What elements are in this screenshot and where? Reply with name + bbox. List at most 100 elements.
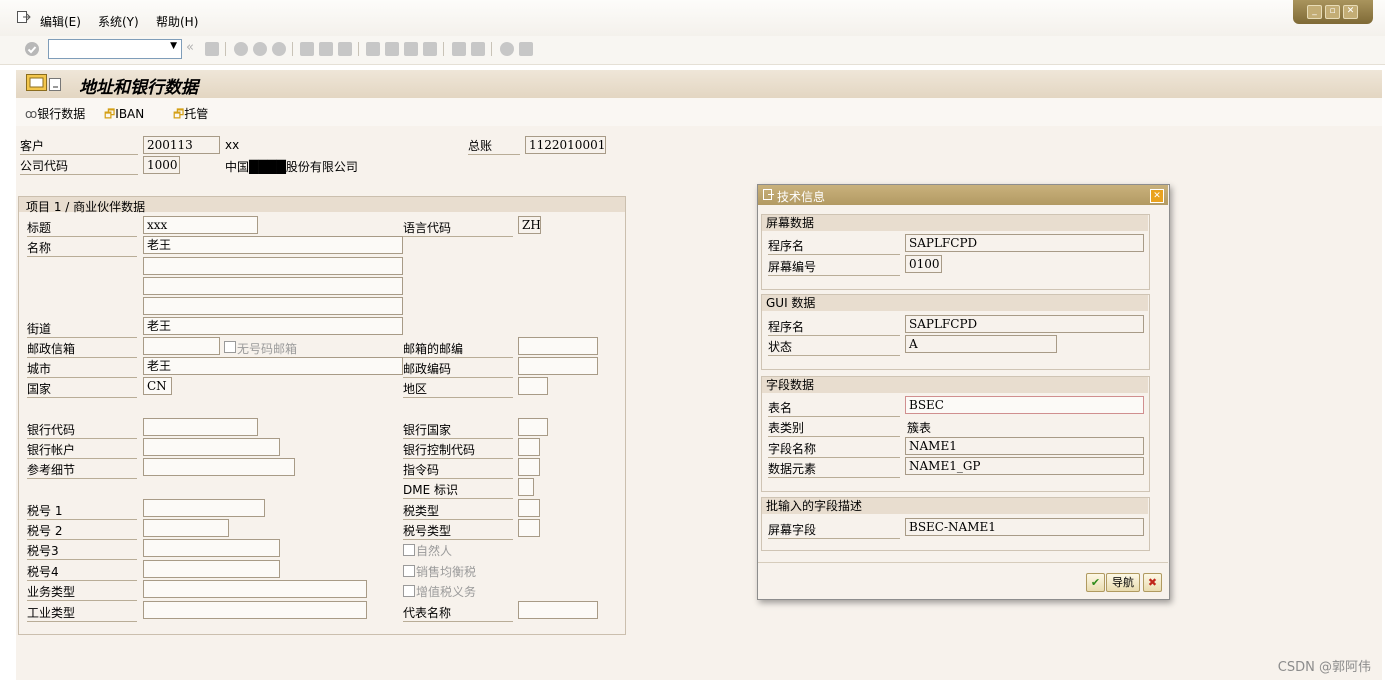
menu-edit[interactable]: 编辑(E) (40, 13, 81, 30)
toolbar-separator (292, 42, 293, 56)
name-field-1[interactable]: 老王 (143, 236, 403, 254)
first-page-icon[interactable] (366, 42, 380, 56)
screen-field-label: 屏幕字段 (768, 521, 900, 539)
business-type-field[interactable] (143, 580, 367, 598)
table-category-value: 簇表 (907, 421, 932, 435)
table-name-field[interactable]: BSEC (905, 396, 1144, 414)
pobox-field[interactable] (143, 337, 220, 355)
bank-account-field[interactable] (143, 438, 280, 456)
data-element-field[interactable]: NAME1_GP (905, 457, 1144, 475)
minimize-icon[interactable]: _ (1307, 5, 1322, 19)
exit-icon[interactable] (253, 42, 267, 56)
tax-number-type-label: 税号类型 (403, 522, 513, 540)
shortcut-icon[interactable] (471, 42, 485, 56)
find-icon[interactable] (319, 42, 333, 56)
city-field[interactable]: 老王 (143, 357, 403, 375)
no-pobox-checkbox[interactable] (224, 341, 236, 353)
new-session-icon[interactable] (452, 42, 466, 56)
status-field[interactable]: A (905, 335, 1057, 353)
gl-account-field[interactable]: 1122010001 (525, 136, 606, 154)
postcode-field[interactable] (518, 357, 598, 375)
print-icon[interactable] (300, 42, 314, 56)
screen-data-header: 屏幕数据 (762, 215, 1148, 231)
layout-menu-icon[interactable] (519, 42, 533, 56)
tax1-label: 税号 1 (27, 502, 137, 520)
tax-number-type-field[interactable] (518, 519, 540, 537)
name-field-2[interactable] (143, 257, 403, 275)
bank-data-button[interactable]: ꝏ银行数据 (25, 105, 85, 122)
help-icon[interactable] (500, 42, 514, 56)
dialog-close-icon[interactable]: ✕ (1150, 189, 1164, 203)
program-field[interactable]: SAPLFCPD (905, 234, 1144, 252)
vat-liable-checkbox[interactable] (403, 585, 415, 597)
command-field[interactable]: ▼ (48, 39, 182, 59)
bank-key-field[interactable] (143, 418, 258, 436)
dme-field[interactable] (518, 478, 534, 496)
customer-name: xx (225, 138, 240, 152)
title-label: 标题 (27, 219, 137, 237)
cancel-icon[interactable] (272, 42, 286, 56)
previous-page-icon[interactable] (385, 42, 399, 56)
language-field[interactable]: ZH (518, 216, 541, 234)
instruction-field[interactable] (518, 458, 540, 476)
screen-number-field[interactable]: 0100 (905, 255, 942, 273)
instruction-label: 指令码 (403, 461, 513, 479)
screen-field-field[interactable]: BSEC-NAME1 (905, 518, 1144, 536)
tax2-label: 税号 2 (27, 522, 137, 540)
reference-field[interactable] (143, 458, 295, 476)
bank-country-field[interactable] (518, 418, 548, 436)
enter-icon[interactable] (24, 41, 40, 57)
dialog-divider (758, 562, 1168, 563)
expand-icon[interactable]: « (186, 40, 194, 55)
batch-input-header: 批输入的字段描述 (762, 498, 1148, 514)
toolbar-separator (491, 42, 492, 56)
name-label: 名称 (27, 239, 137, 257)
tax-type-field[interactable] (518, 499, 540, 517)
table-name-label: 表名 (768, 399, 900, 417)
next-page-icon[interactable] (404, 42, 418, 56)
exit-menu-icon[interactable] (17, 11, 31, 23)
navigation-button[interactable]: 导航 (1106, 573, 1140, 592)
tax4-field[interactable] (143, 560, 280, 578)
last-page-icon[interactable] (423, 42, 437, 56)
screen-number-label: 屏幕编号 (768, 258, 900, 276)
save-icon[interactable] (205, 42, 219, 56)
iban-button[interactable]: 🗗IBAN (104, 105, 144, 126)
street-field[interactable]: 老王 (143, 317, 403, 335)
menu-system[interactable]: 系统(Y) (98, 13, 139, 30)
sales-equal-tax-checkbox[interactable] (403, 565, 415, 577)
chevron-down-icon[interactable]: ▼ (170, 41, 177, 51)
pobox-label: 邮政信箱 (27, 340, 137, 358)
title-field[interactable]: xxx (143, 216, 258, 234)
custody-button[interactable]: 🗗托管 (173, 105, 208, 126)
gui-program-field[interactable]: SAPLFCPD (905, 315, 1144, 333)
industry-type-field[interactable] (143, 601, 367, 619)
natural-person-checkbox[interactable] (403, 544, 415, 556)
back-icon[interactable] (234, 42, 248, 56)
rep-name-field[interactable] (518, 601, 598, 619)
find-next-icon[interactable] (338, 42, 352, 56)
field-name-field[interactable]: NAME1 (905, 437, 1144, 455)
menu-help[interactable]: 帮助(H) (156, 13, 198, 30)
restore-icon[interactable]: ▫ (1325, 5, 1340, 19)
tax2-field[interactable] (143, 519, 229, 537)
application-toolbar (16, 98, 1382, 127)
screen-icon[interactable] (26, 74, 62, 92)
country-field[interactable]: CN (143, 377, 172, 395)
customer-field[interactable]: 200113 (143, 136, 220, 154)
confirm-icon[interactable]: ✔ (1086, 573, 1105, 592)
bank-control-field[interactable] (518, 438, 540, 456)
region-field[interactable] (518, 377, 548, 395)
company-code-field[interactable]: 1000 (143, 156, 180, 174)
glasses-icon: ꝏ (25, 107, 38, 121)
name-field-3[interactable] (143, 277, 403, 295)
name-field-4[interactable] (143, 297, 403, 315)
page-title: 地址和银行数据 (79, 78, 198, 98)
cancel-dialog-icon[interactable]: ✖ (1143, 573, 1162, 592)
close-window-icon[interactable]: ✕ (1343, 5, 1358, 19)
company-code-label: 公司代码 (20, 157, 138, 175)
tax1-field[interactable] (143, 499, 265, 517)
title-bar (16, 70, 1382, 98)
tax3-field[interactable] (143, 539, 280, 557)
pobox-zip-field[interactable] (518, 337, 598, 355)
